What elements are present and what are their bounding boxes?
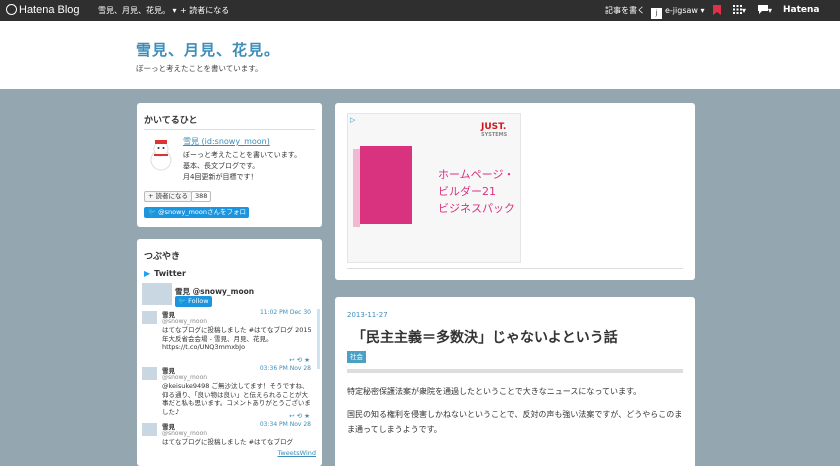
hatena-logo-icon	[6, 4, 17, 15]
blog-header: 雪見、月見、花見。 ぼーっと考えたことを書いています。	[0, 21, 840, 89]
article-title[interactable]: 「民主主義＝多数決」じゃないよという話	[352, 327, 618, 347]
user-menu[interactable]: j e-jigsaw ▾	[651, 0, 705, 21]
list-item: 雪見 @snowy_moon 11:02 PM Dec 30 はてなブログに投稿…	[142, 309, 314, 365]
tweet-text: はてなブログに投稿しました #はてなブログ	[162, 438, 294, 446]
tweet-text: @keisuke9498 ご無沙汰してます！そうですね、仰る通り、「良い物は良い…	[162, 382, 311, 416]
tweet-handle[interactable]: @snowy_moon	[162, 430, 207, 437]
tweetswind-link[interactable]: TweetsWind	[278, 449, 316, 457]
divider	[347, 268, 683, 269]
hatena-brand[interactable]: Hatena	[783, 0, 820, 21]
avatar[interactable]	[142, 367, 157, 380]
notification-icon[interactable]: ▾	[758, 0, 772, 21]
ad-banner[interactable]: ▷ JUST. SYSTEMS ホームページ・ ビルダー21 ビジネスパック	[347, 113, 521, 263]
subscribe-button[interactable]: + 読者になる	[144, 191, 193, 202]
divider	[347, 369, 683, 373]
article-paragraph: 特定秘密保護法案が衆院を通過したということで大きなニュースになっています。	[347, 387, 642, 396]
tweets-section-title: つぶやき	[144, 252, 181, 262]
tweet-handle[interactable]: @snowy_moon	[162, 374, 207, 381]
avatar[interactable]	[142, 311, 157, 324]
article: 2013-11-27 「民主主義＝多数決」じゃないよという話 社会 特定秘密保護…	[335, 297, 695, 466]
author-module: かいてるひと 雪見 (id:snowy_moon) ぼーっと考えたことを書いてい…	[137, 103, 322, 227]
write-article-link[interactable]: 記事を書く	[605, 0, 645, 21]
adchoices-icon[interactable]: ▷	[350, 116, 355, 124]
twitter-bird-icon: ▶	[144, 269, 151, 278]
twitter-bird-icon: 🐦	[178, 297, 187, 305]
avatar: j	[651, 8, 662, 19]
twitter-bird-icon: 🐦	[148, 208, 157, 216]
tweets-module: つぶやき ▶ Twitter 雪見 @snowy_moon 🐦 Follow 雪見…	[137, 239, 322, 466]
tweet-list[interactable]: 雪見 @snowy_moon 11:02 PM Dec 30 はてなブログに投稿…	[142, 309, 314, 453]
ad-product-text: ホームページ・ ビルダー21 ビジネスパック	[438, 168, 515, 215]
tweet-list-scrollbar[interactable]	[317, 309, 320, 369]
tweet-actions[interactable]: ↩ ⟲ ★	[289, 412, 310, 420]
bookmark-icon[interactable]	[711, 0, 723, 21]
author-bio: ぼーっと考えたことを書いています。 基本、長文ブログです。 月4回更新が目標です…	[183, 151, 302, 181]
tweet-text: はてなブログに投稿しました #はてなブログ 2015年大反省会会場 - 雪見、月…	[162, 326, 312, 351]
follow-button[interactable]: 🐦 Follow	[175, 296, 212, 307]
category-badge[interactable]: 社会	[347, 351, 366, 363]
divider	[144, 129, 315, 130]
blog-title[interactable]: 雪見、月見、花見。	[136, 39, 280, 60]
blog-selector[interactable]: 雪見、月見、花見。 ▾	[98, 0, 177, 21]
blog-description: ぼーっと考えたことを書いています。	[136, 64, 263, 73]
ad-brand-logo: JUST. SYSTEMS	[481, 122, 508, 138]
subscriber-count: 388	[191, 191, 212, 202]
author-name-link[interactable]: 雪見 (id:snowy_moon)	[183, 136, 270, 147]
list-item: 雪見 @snowy_moon 03:36 PM Nov 28 @keisuke9…	[142, 365, 314, 421]
author-section-title: かいてるひと	[144, 116, 198, 126]
twitter-profile-banner	[142, 283, 172, 305]
product-box-image	[353, 146, 412, 227]
tweet-time[interactable]: 03:34 PM Nov 28	[260, 421, 311, 428]
twitter-follow-button[interactable]: 🐦 @snowy_moonさんをフォロー	[144, 207, 249, 227]
avatar[interactable]	[142, 423, 157, 436]
article-paragraph: 国民の知る権利を侵害しかねないということで、反対の声も強い法案ですが、どうやらこ…	[347, 410, 683, 434]
article-date[interactable]: 2013-11-27	[347, 311, 388, 319]
tweet-handle[interactable]: @snowy_moon	[162, 318, 207, 325]
global-header: Hatena Blog 雪見、月見、花見。 ▾ + 読者になる 記事を書く je…	[0, 0, 840, 21]
twitter-widget-header: ▶ Twitter	[144, 269, 186, 278]
subscribe-button[interactable]: + 読者になる	[180, 0, 229, 21]
author-avatar-icon[interactable]	[144, 137, 178, 171]
hatena-blog-logo[interactable]: Hatena Blog	[6, 0, 80, 21]
advertisement-module: ▷ JUST. SYSTEMS ホームページ・ ビルダー21 ビジネスパック	[335, 103, 695, 280]
tweet-time[interactable]: 11:02 PM Dec 30	[260, 309, 311, 316]
apps-grid-icon[interactable]: ▾	[733, 0, 746, 21]
tweet-time[interactable]: 03:36 PM Nov 28	[260, 365, 311, 372]
tweet-actions[interactable]: ↩ ⟲ ★	[289, 356, 310, 364]
